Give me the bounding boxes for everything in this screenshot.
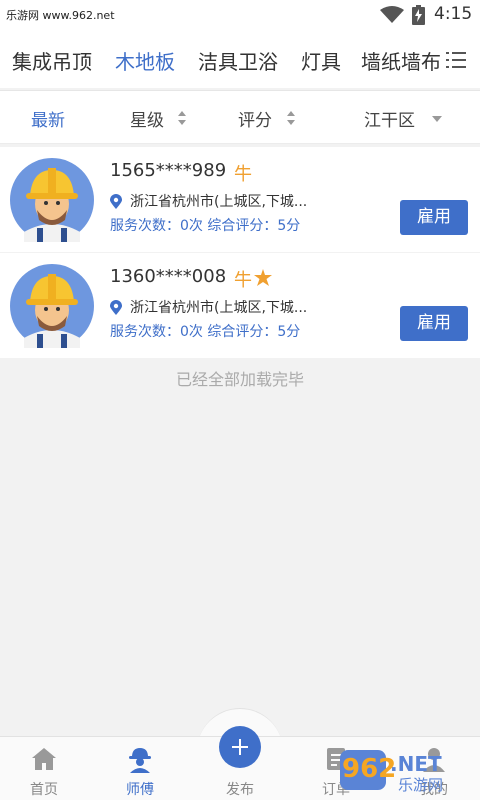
location-pin-icon (110, 300, 122, 315)
level-badge: 牛 (234, 270, 252, 291)
watermark-net: .NET (390, 752, 442, 776)
worker-helmet-icon (129, 748, 151, 773)
tab-category-2[interactable]: 洁具卫浴 (198, 46, 278, 75)
watermark-sub: 乐游网 (398, 776, 444, 794)
chevron-down-icon (432, 116, 442, 122)
tab-category-0[interactable]: 集成吊顶 (12, 46, 92, 75)
worker-card[interactable]: 1360****008 牛 浙江省杭州市(上城区,下城... 服务次数：0次 综… (0, 253, 480, 358)
nav-home[interactable]: 首页 (8, 737, 80, 800)
hire-button[interactable]: 雇用 (400, 200, 468, 235)
tab-category-1[interactable]: 木地板 (115, 46, 175, 75)
home-icon (32, 748, 56, 770)
filter-bar: 最新 星级 评分 江干区 (0, 90, 480, 144)
location-pin-icon (110, 194, 122, 209)
site-label: 乐游网 www.962.net (6, 9, 115, 22)
tab-category-4[interactable]: 墙纸墙布 (361, 46, 441, 75)
filter-rating[interactable]: 评分 (238, 106, 272, 131)
filter-level[interactable]: 星级 (130, 106, 164, 131)
filter-district[interactable]: 江干区 (364, 106, 415, 131)
list-menu-icon[interactable] (446, 50, 470, 70)
sort-icon (178, 111, 186, 125)
publish-plus-button[interactable] (219, 726, 261, 768)
clock: 4:15 (434, 4, 473, 24)
worker-stats: 服务次数：0次 综合评分：5分 (110, 218, 301, 234)
nav-workers-label: 师傅 (126, 782, 154, 798)
worker-avatar (10, 264, 94, 348)
level-badge: 牛 (234, 164, 252, 185)
nav-workers[interactable]: 师傅 (104, 737, 176, 800)
sort-icon (287, 111, 295, 125)
worker-phone: 1565****989 (110, 160, 227, 181)
nav-home-label: 首页 (30, 782, 58, 798)
worker-address: 浙江省杭州市(上城区,下城... (130, 300, 308, 316)
battery-charging-icon (412, 5, 425, 25)
tab-category-3[interactable]: 灯具 (301, 46, 341, 75)
nav-publish-label: 发布 (226, 782, 254, 798)
worker-avatar (10, 158, 94, 242)
wifi-icon (380, 6, 404, 23)
watermark-logo: 962 .NET 乐游网 (340, 748, 476, 794)
status-bar: 乐游网 www.962.net 4:15 (0, 0, 480, 30)
worker-stats: 服务次数：0次 综合评分：5分 (110, 324, 301, 340)
list-end-label: 已经全部加载完毕 (175, 370, 304, 389)
star-icon (254, 269, 272, 286)
watermark-number: 962 (342, 754, 397, 784)
hire-button[interactable]: 雇用 (400, 306, 468, 341)
worker-card[interactable]: 1565****989 牛 浙江省杭州市(上城区,下城... 服务次数：0次 综… (0, 147, 480, 252)
category-tabs: 集成吊顶 木地板 洁具卫浴 灯具 墙纸墙布 (0, 30, 480, 88)
worker-address: 浙江省杭州市(上城区,下城... (130, 194, 308, 210)
filter-latest[interactable]: 最新 (31, 106, 65, 131)
worker-phone: 1360****008 (110, 266, 227, 287)
